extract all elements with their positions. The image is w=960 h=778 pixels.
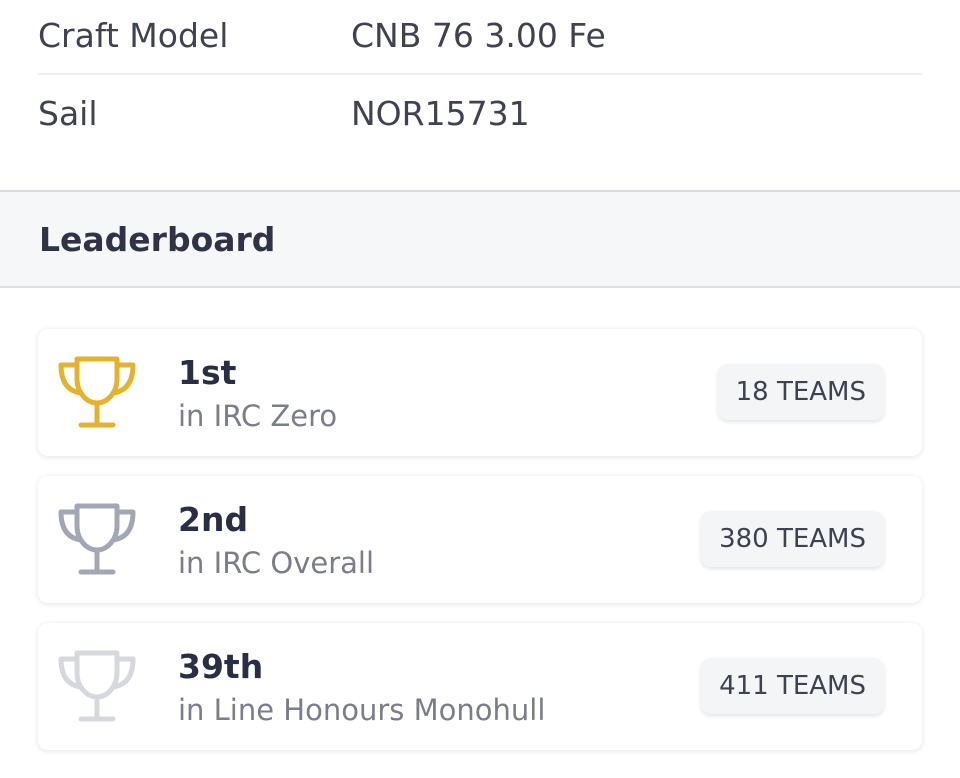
craft-model-label: Craft Model [38, 15, 229, 55]
trophy-outline-path [58, 650, 136, 722]
trophy-gold-path [58, 356, 136, 428]
leaderboard-card[interactable]: 39th in Line Honours Monohull 411 TEAMS [38, 623, 922, 750]
leaderboard-card[interactable]: 1st in IRC Zero 18 TEAMS [38, 329, 922, 456]
sail-label: Sail [38, 93, 98, 133]
rank-text: 39th [178, 647, 264, 686]
teams-count-badge: 411 TEAMS [701, 658, 884, 714]
detail-row-sail: Sail NOR15731 [38, 75, 922, 151]
trophy-silver-icon [58, 503, 136, 575]
sail-value: NOR15731 [351, 93, 530, 133]
leaderboard-title: Leaderboard [39, 220, 276, 259]
leaderboard-card[interactable]: 2nd in IRC Overall 380 TEAMS [38, 476, 922, 603]
trophy-outline-icon [58, 650, 136, 722]
division-text: in IRC Zero [178, 399, 338, 433]
trophy-silver-path [58, 503, 136, 575]
rank-text: 1st [178, 353, 237, 392]
boat-details: Craft Model CNB 76 3.00 Fe Sail NOR15731 [0, 0, 960, 190]
division-text: in Line Honours Monohull [178, 693, 546, 727]
craft-model-value: CNB 76 3.00 Fe [351, 15, 606, 55]
teams-count-badge: 18 TEAMS [717, 364, 884, 420]
teams-count-badge: 380 TEAMS [701, 511, 884, 567]
detail-row-craft-model: Craft Model CNB 76 3.00 Fe [38, 0, 922, 75]
trophy-gold-icon [58, 356, 136, 428]
leaderboard-header: Leaderboard [0, 190, 960, 288]
division-text: in IRC Overall [178, 546, 375, 580]
rank-text: 2nd [178, 500, 249, 539]
